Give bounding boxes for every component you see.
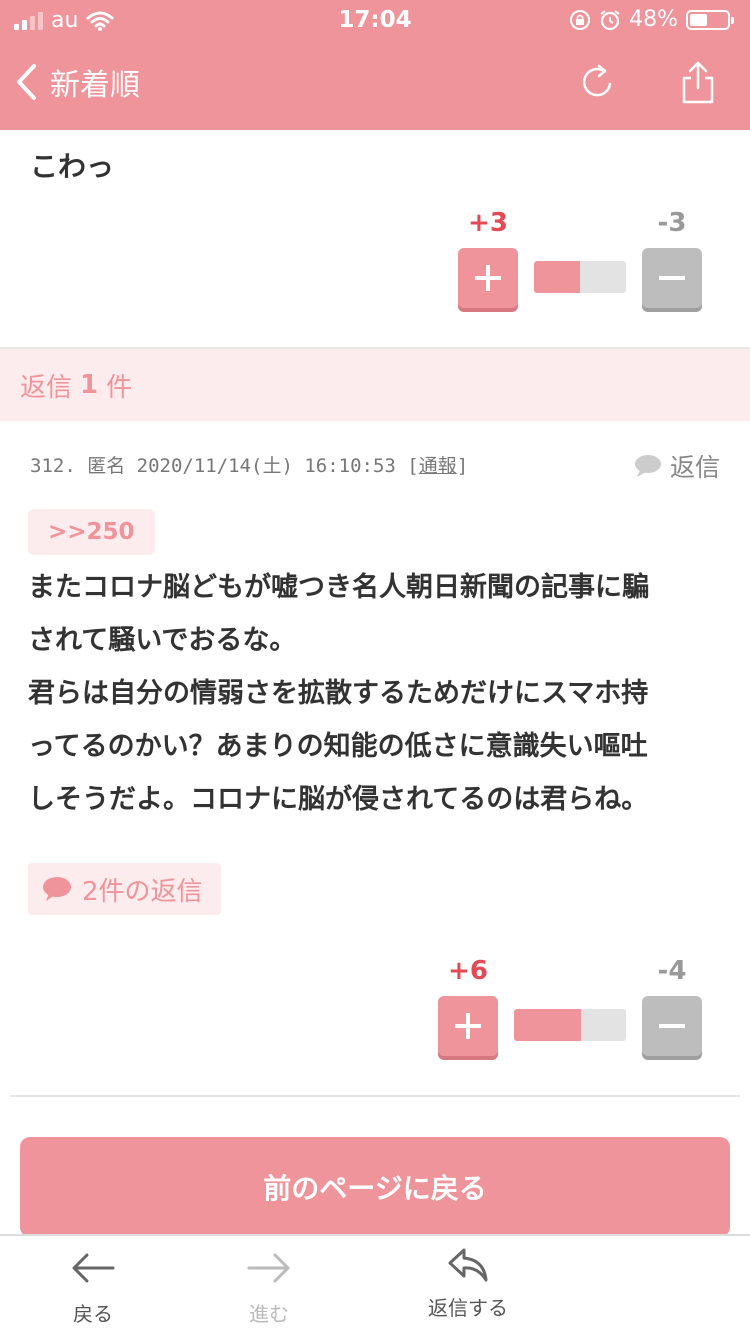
reply-arrow-icon (448, 1248, 488, 1282)
alarm-icon (600, 9, 620, 30)
tab-forward-label: 進む (249, 1302, 289, 1326)
minus-button[interactable] (642, 248, 702, 308)
tab-forward[interactable]: 進む (204, 1236, 334, 1334)
comment-body: またコロナ脳どもが嘘つき名人朝日新聞の記事に騙 されて騒いでおるな。 君らは自分… (28, 561, 728, 826)
bottom-tab-bar: 戻る 進む 返信する (0, 1234, 750, 1334)
reply-count-number: 1 (80, 370, 99, 400)
minus-icon (659, 1024, 685, 1028)
tab-reply-label: 返信する (428, 1296, 508, 1320)
plus-button[interactable] (458, 248, 518, 308)
replies-thread-label: 2件の返信 (82, 876, 203, 907)
vote-ratio-bar (534, 261, 626, 293)
reply-link[interactable]: 返信 (634, 448, 720, 484)
comment-line: またコロナ脳どもが嘘つき名人朝日新聞の記事に騙 (28, 572, 649, 603)
status-bar: au 17:04 48% (0, 0, 750, 42)
comment-divider (10, 1095, 740, 1097)
minus-count: -4 (657, 956, 687, 986)
plus-count: +3 (468, 208, 508, 238)
nav-bar: 新着順 (0, 42, 750, 130)
comment-meta-info: 312. 匿名 2020/11/14(土) 16:10:53 [ (30, 455, 419, 477)
vote-widget-comment: +6 -4 (438, 956, 708, 1056)
share-icon (682, 61, 714, 104)
share-button[interactable] (678, 60, 718, 110)
replies-thread-button[interactable]: 2件の返信 (28, 863, 221, 915)
chevron-left-icon (17, 64, 36, 100)
comment-meta-close: ] (456, 455, 469, 477)
page-title: 新着順 (50, 68, 140, 103)
comment-line: ってるのかい？あまりの知能の低さに意識失い嘔吐 (28, 731, 648, 762)
speech-bubble-icon (43, 877, 71, 901)
arrow-left-icon (72, 1253, 115, 1283)
tab-back[interactable]: 戻る (28, 1236, 158, 1334)
plus-count: +6 (448, 956, 488, 986)
plus-icon (475, 265, 501, 291)
plus-button[interactable] (438, 996, 498, 1056)
anchor-link[interactable]: >>250 (28, 509, 155, 555)
battery-percent: 48% (629, 7, 678, 32)
comment-line: 君らは自分の情弱さを拡散するためだけにスマホ持 (28, 678, 649, 709)
comment-line: しそうだよ。コロナに脳が侵されてるのは君らね。 (28, 784, 649, 815)
status-right: 48% (569, 7, 734, 32)
vote-widget-top: +3 -3 (458, 208, 708, 308)
reply-count-prefix: 返信 (20, 372, 73, 403)
vote-ratio-bar (514, 1009, 626, 1041)
arrow-right-icon (247, 1253, 290, 1283)
plus-icon (455, 1013, 481, 1039)
tab-back-label: 戻る (73, 1302, 113, 1326)
rotation-lock-icon (570, 9, 591, 30)
battery-icon (686, 9, 734, 30)
report-link[interactable]: 通報 (419, 455, 457, 477)
previous-comment-text: こわっ (30, 150, 115, 183)
speech-bubble-icon (634, 455, 661, 477)
reply-link-label: 返信 (669, 453, 720, 482)
header-back-button[interactable]: 新着順 (14, 60, 140, 104)
minus-count: -3 (657, 208, 687, 238)
comment-line: されて騒いでおるな。 (28, 625, 297, 656)
tab-reply[interactable]: 返信する (403, 1236, 533, 1334)
top-bar: au 17:04 48% 新着順 (0, 0, 750, 130)
reload-button[interactable] (580, 62, 616, 106)
minus-button[interactable] (642, 996, 702, 1056)
minus-icon (659, 276, 685, 280)
previous-page-button[interactable]: 前のページに戻る (20, 1137, 730, 1237)
reply-count-header: 返信 1 件 (0, 349, 750, 421)
comment-meta: 312. 匿名 2020/11/14(土) 16:10:53 [通報] (30, 451, 468, 478)
reload-icon (582, 64, 612, 97)
reply-count-suffix: 件 (106, 372, 133, 403)
